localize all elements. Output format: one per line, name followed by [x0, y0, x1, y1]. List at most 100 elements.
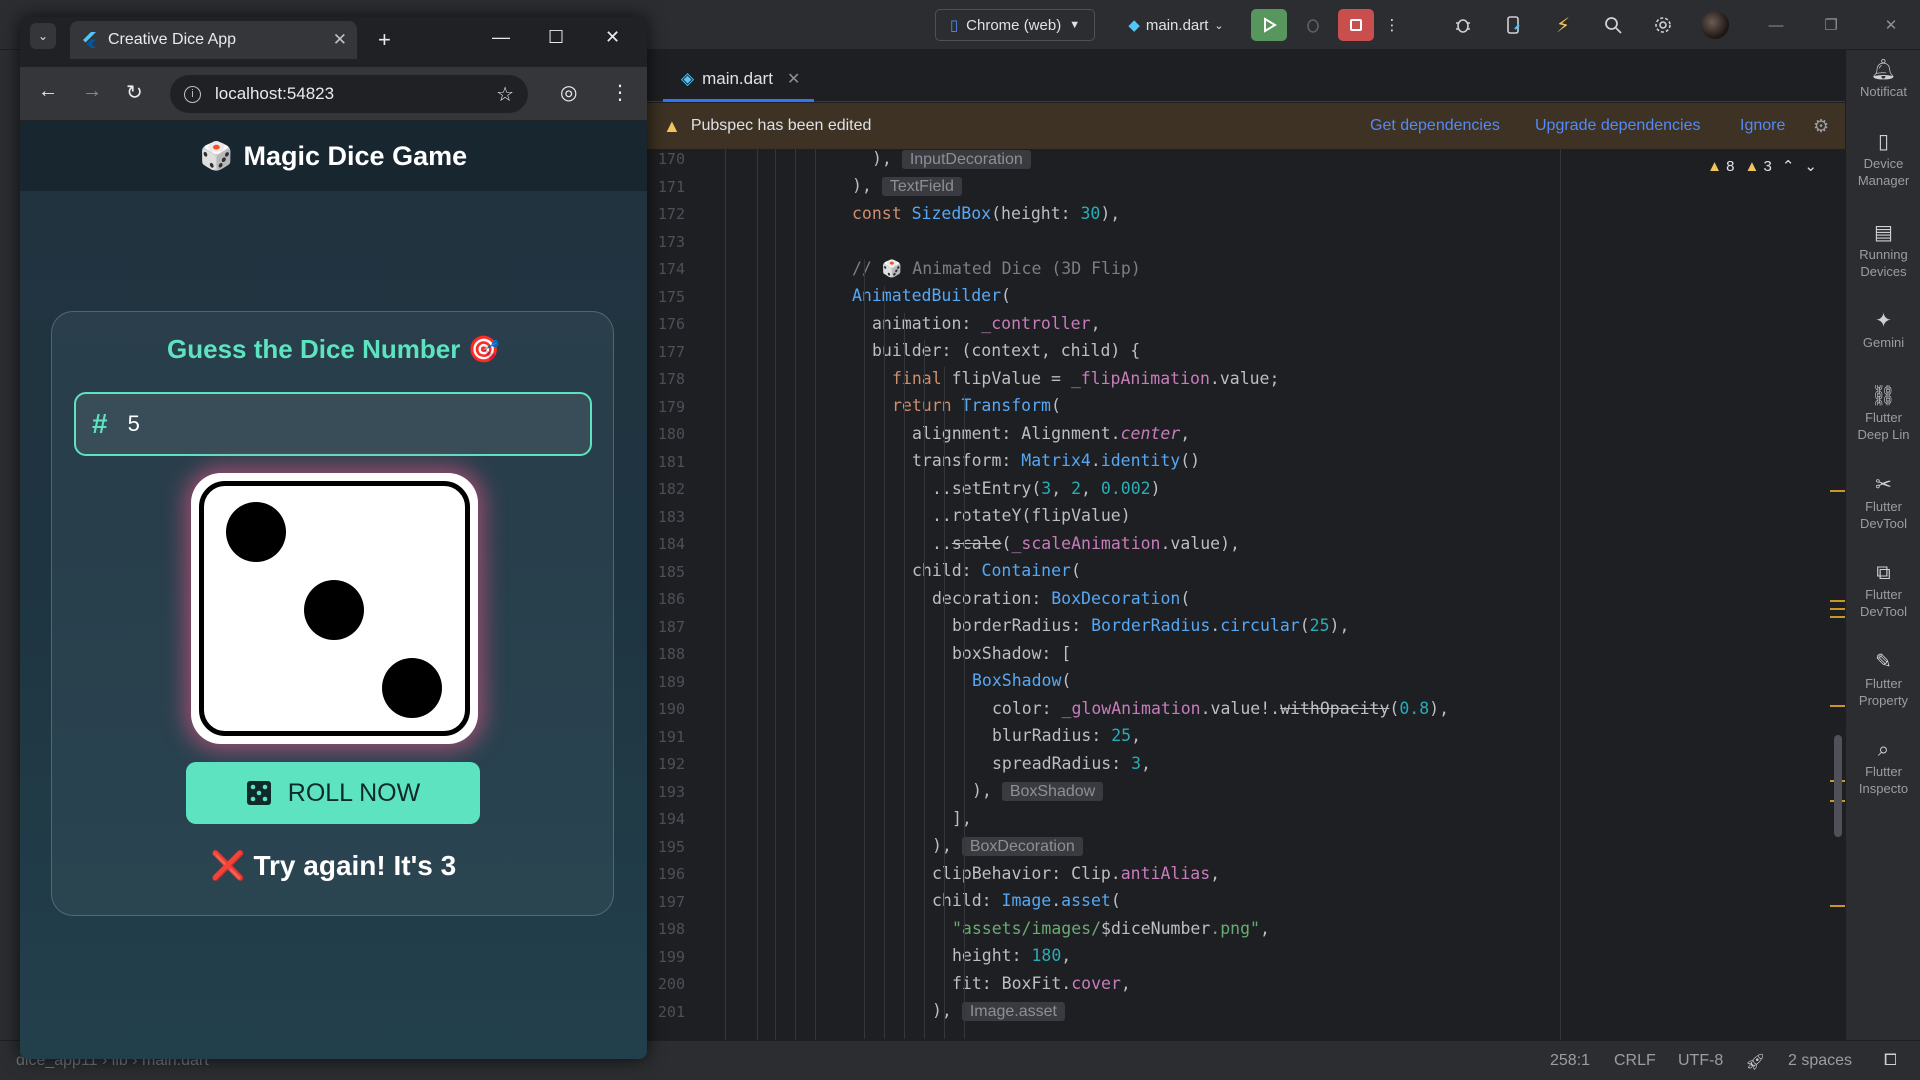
- code-line: builder: (context, child) {: [872, 341, 1141, 360]
- sparkle-icon: ✦: [1875, 310, 1892, 332]
- code-line: final flipValue = _flipAnimation.value;: [892, 369, 1280, 388]
- device-selector-label: Chrome (web): [966, 16, 1062, 34]
- forward-button[interactable]: →: [82, 80, 102, 103]
- line-number: 182: [657, 480, 685, 498]
- flutter-devtools-extensions-tool[interactable]: ⧉ Flutter DevTool: [1846, 563, 1920, 620]
- ide-restore-button[interactable]: ❐: [1815, 9, 1847, 41]
- closing-label-hint: Image.asset: [961, 1002, 1065, 1021]
- stop-button[interactable]: [1338, 9, 1374, 41]
- lock-icon[interactable]: ⧠: [1884, 1052, 1897, 1070]
- ide-settings-button[interactable]: [1647, 9, 1679, 41]
- weak-warning-icon: ▲: [1744, 157, 1760, 175]
- browser-tab-active[interactable]: Creative Dice App ✕: [70, 21, 357, 59]
- caret-position[interactable]: 258:1: [1550, 1052, 1590, 1070]
- bookmark-star-icon[interactable]: ☆: [496, 82, 514, 107]
- tab-main-dart[interactable]: ◈ main.dart ✕: [663, 58, 815, 102]
- browser-minimize-button[interactable]: —: [492, 27, 510, 48]
- file-encoding[interactable]: UTF-8: [1678, 1052, 1723, 1070]
- code-editor[interactable]: 170 171 172 173 174 175 176 177 178 179 180 181 182 1…: [645, 149, 1845, 1040]
- line-separator[interactable]: CRLF: [1614, 1052, 1656, 1070]
- more-actions-button[interactable]: ⋮: [1382, 9, 1402, 41]
- flutter-inspector-tool[interactable]: ⌕ Flutter Inspecto: [1846, 740, 1920, 797]
- indent-setting[interactable]: 2 spaces: [1788, 1052, 1852, 1070]
- notifications-tool[interactable]: 🔔︎ Notificat: [1846, 60, 1920, 100]
- code-line: ..scale(_scaleAnimation.value),: [932, 534, 1240, 553]
- back-button[interactable]: ←: [38, 80, 58, 103]
- indent-guide: [944, 367, 945, 1039]
- code-line: child: Container(: [912, 561, 1081, 580]
- new-tab-button[interactable]: +: [378, 27, 391, 53]
- card-title: Guess the Dice Number 🎯: [167, 334, 500, 364]
- line-number: 198: [657, 920, 685, 938]
- game-card: Guess the Dice Number 🎯 # 5 ROLL NOW ❌ T…: [51, 311, 614, 916]
- banner-settings-icon[interactable]: ⚙: [1813, 116, 1829, 137]
- upgrade-dependencies-link[interactable]: Upgrade dependencies: [1535, 117, 1700, 135]
- chevron-up-icon[interactable]: ⌃: [1782, 157, 1795, 175]
- hash-icon: #: [92, 408, 108, 439]
- editor-scrollbar[interactable]: [1834, 735, 1842, 837]
- code-line: return Transform(: [892, 396, 1061, 415]
- profile-button[interactable]: ◎: [560, 80, 577, 105]
- code-line: ..rotateY(flipValue): [932, 506, 1131, 525]
- device-mirror-button[interactable]: [1497, 9, 1529, 41]
- ignore-link[interactable]: Ignore: [1740, 117, 1785, 135]
- reload-button[interactable]: ↻: [126, 80, 143, 105]
- line-number: 195: [657, 837, 685, 856]
- rocket-icon[interactable]: 🚀︎: [1745, 1052, 1765, 1072]
- run-config-selector[interactable]: ◆ main.dart ⌄: [1112, 9, 1240, 41]
- scroll-warning-marker: [1830, 600, 1846, 602]
- flutter-devtools-tool[interactable]: ✂ Flutter DevTool: [1846, 475, 1920, 532]
- guess-input-value: 5: [127, 411, 140, 436]
- dice-app: 🎲 Magic Dice Game Guess the Dice Number …: [20, 121, 647, 1059]
- ide-minimize-button[interactable]: —: [1760, 9, 1792, 41]
- indent-guide: [864, 259, 865, 1039]
- debug-button[interactable]: [1295, 9, 1331, 41]
- browser-close-button[interactable]: ✕: [605, 27, 620, 48]
- code-line: spreadRadius: 3,: [992, 754, 1151, 773]
- line-number: 177: [657, 342, 685, 361]
- attach-debugger-button[interactable]: [1447, 9, 1479, 41]
- device-selector[interactable]: ▯ Chrome (web) ▼: [935, 9, 1095, 41]
- flutter-deep-links-tool[interactable]: ⛓ Flutter Deep Lin: [1846, 386, 1920, 443]
- close-icon: ✕: [1884, 17, 1898, 34]
- run-button[interactable]: [1251, 9, 1287, 41]
- code-line: ],: [952, 809, 972, 828]
- right-margin-guide: [1560, 149, 1561, 1040]
- guess-input[interactable]: # 5: [74, 392, 592, 456]
- line-number: 201: [657, 1002, 685, 1021]
- code-line: const SizedBox(height: 30),: [852, 204, 1121, 223]
- user-avatar[interactable]: [1701, 11, 1729, 39]
- indent-guide: [815, 149, 816, 1040]
- app-title: Magic Dice Game: [243, 140, 468, 171]
- chevron-down-icon[interactable]: ⌄: [1804, 157, 1817, 175]
- running-devices-tool[interactable]: ▤ Running Devices: [1846, 223, 1920, 280]
- close-tab-icon[interactable]: ✕: [787, 69, 800, 89]
- tab-label: main.dart: [702, 68, 773, 88]
- code-line: ), Image.asset: [932, 1001, 1065, 1021]
- get-dependencies-link[interactable]: Get dependencies: [1370, 117, 1500, 135]
- inspection-widget[interactable]: ▲ 8 ▲ 3 ⌃ ⌄: [1707, 157, 1817, 176]
- flutter-property-editor-tool[interactable]: ✎ Flutter Property: [1846, 652, 1920, 709]
- warning-icon: ▲: [663, 115, 681, 136]
- device-manager-tool[interactable]: ▯ Device Manager: [1846, 132, 1920, 189]
- gear-icon: [1655, 17, 1671, 33]
- app-bar: 🎲 Magic Dice Game: [20, 121, 647, 191]
- close-tab-icon[interactable]: ✕: [333, 30, 347, 50]
- tab-search-button[interactable]: ⌄: [30, 23, 56, 49]
- code-line: ..setEntry(3, 2, 0.002): [932, 479, 1161, 498]
- address-bar[interactable]: i localhost:54823 ☆: [170, 75, 528, 113]
- line-number: 187: [657, 617, 685, 636]
- line-number: 190: [657, 700, 685, 718]
- line-number: 193: [657, 782, 685, 801]
- browser-maximize-button[interactable]: ☐: [548, 27, 564, 48]
- hot-reload-button[interactable]: ⚡: [1547, 9, 1579, 41]
- ide-close-button[interactable]: ✕: [1875, 9, 1907, 41]
- browser-menu-button[interactable]: ⋮: [610, 80, 630, 105]
- roll-now-button[interactable]: ROLL NOW: [186, 762, 480, 824]
- site-info-icon[interactable]: i: [184, 85, 201, 103]
- search-everywhere-button[interactable]: [1597, 9, 1629, 41]
- code-line: borderRadius: BorderRadius.circular(25),: [952, 616, 1350, 635]
- dice-pip: [304, 580, 364, 640]
- gemini-tool[interactable]: ✦ Gemini: [1846, 310, 1920, 351]
- scroll-warning-marker: [1830, 490, 1846, 492]
